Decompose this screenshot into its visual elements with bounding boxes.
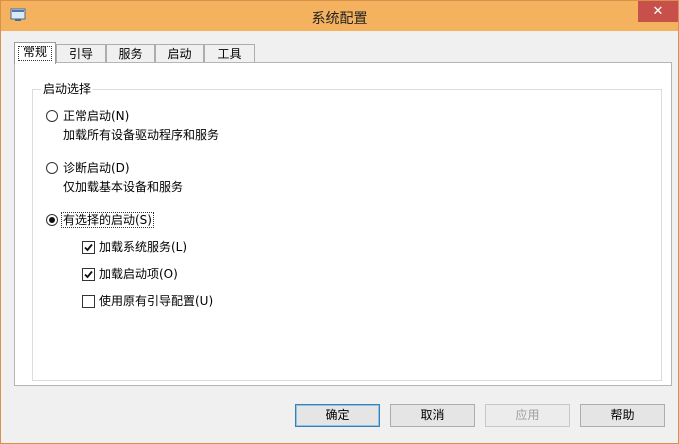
tab-startup-label: 启动: [167, 47, 192, 61]
checkmark-icon: [84, 243, 93, 252]
selective-startup-radio[interactable]: [46, 214, 58, 226]
apply-button-label: 应用: [515, 408, 540, 422]
load-startup-items-checkbox[interactable]: [82, 268, 95, 281]
tab-boot-label: 引导: [68, 47, 93, 61]
tab-tools[interactable]: 工具: [204, 44, 255, 62]
normal-startup-description: 加载所有设备驱动程序和服务: [63, 128, 220, 142]
general-tab-panel: 启动选择 正常启动(N) 加载所有设备驱动程序和服务 诊断启动(D) 仅加载基本…: [14, 62, 672, 386]
close-button[interactable]: ✕: [638, 1, 678, 22]
title-bar[interactable]: 系统配置 ✕: [1, 1, 678, 31]
load-startup-items-label[interactable]: 加载启动项(O): [99, 267, 178, 281]
tab-startup[interactable]: 启动: [155, 44, 204, 62]
tab-services-label: 服务: [118, 47, 143, 61]
group-legend: 启动选择: [41, 82, 94, 96]
tab-strip: 常规 引导 服务 启动 工具: [14, 42, 674, 64]
ok-button[interactable]: 确定: [295, 404, 380, 427]
normal-startup-radio[interactable]: [46, 110, 58, 122]
cancel-button-label: 取消: [420, 408, 445, 422]
system-config-window: 系统配置 ✕ 常规 引导 服务 启动 工具 启动选择 正常启动(N) 加载所有设…: [0, 0, 679, 444]
help-button[interactable]: 帮助: [580, 404, 665, 427]
load-system-services-label[interactable]: 加载系统服务(L): [99, 240, 187, 254]
close-icon: ✕: [652, 4, 664, 19]
tab-services[interactable]: 服务: [106, 44, 155, 62]
apply-button: 应用: [485, 404, 570, 427]
startup-selection-group: 启动选择 正常启动(N) 加载所有设备驱动程序和服务 诊断启动(D) 仅加载基本…: [32, 82, 662, 381]
use-original-boot-config-checkbox[interactable]: [82, 295, 95, 308]
diagnostic-startup-description: 仅加载基本设备和服务: [63, 180, 184, 194]
diagnostic-startup-label[interactable]: 诊断启动(D): [63, 161, 130, 175]
window-title: 系统配置: [311, 11, 368, 27]
selective-startup-label[interactable]: 有选择的启动(S): [61, 212, 154, 228]
cancel-button[interactable]: 取消: [390, 404, 475, 427]
diagnostic-startup-radio[interactable]: [46, 162, 58, 174]
use-original-boot-config-label[interactable]: 使用原有引导配置(U): [99, 294, 213, 308]
tab-tools-label: 工具: [217, 47, 242, 61]
tab-general-label: 常规: [22, 45, 47, 59]
tab-boot[interactable]: 引导: [56, 44, 106, 62]
normal-startup-label[interactable]: 正常启动(N): [63, 109, 129, 123]
radio-selected-dot: [49, 217, 55, 223]
tab-general[interactable]: 常规: [14, 42, 56, 64]
load-system-services-checkbox[interactable]: [82, 241, 95, 254]
checkmark-icon: [84, 270, 93, 279]
help-button-label: 帮助: [610, 408, 635, 422]
ok-button-label: 确定: [325, 408, 350, 422]
